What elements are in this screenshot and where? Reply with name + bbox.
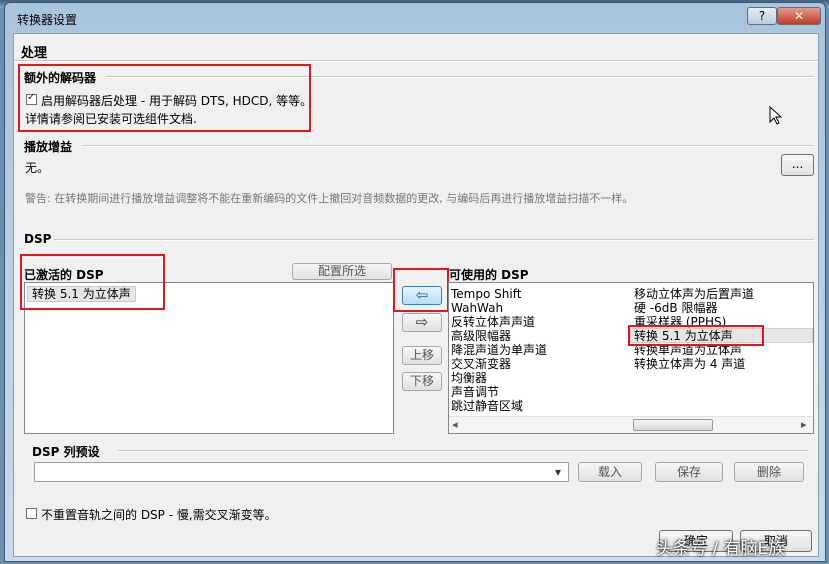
available-dsp-heading: 可使用的 DSP — [449, 268, 529, 282]
move-up-button[interactable]: 上移 — [402, 346, 442, 365]
watermark-text: 头条号 / 有脑E族 — [656, 539, 786, 559]
preset-load-button[interactable]: 载入 — [578, 462, 642, 482]
preset-save-button[interactable]: 保存 — [655, 462, 723, 482]
page-title: 处理 — [21, 46, 48, 61]
dsp-heading: DSP — [24, 232, 52, 246]
replaygain-warning: 警告: 在转换期间进行播放增益调整将不能在重新编码的文件上撤回对音频数据的更改,… — [25, 192, 634, 205]
highlight-selected-dsp-box — [628, 325, 764, 346]
replaygain-browse-button[interactable]: ... — [781, 154, 814, 176]
scroll-left-icon[interactable]: ◂ — [452, 418, 458, 431]
available-dsp-item[interactable]: 均衡器 — [451, 371, 487, 385]
title-bar: 转换器设置 ? ✕ — [5, 3, 825, 33]
highlight-active-dsp-box — [20, 254, 165, 310]
highlight-decoder-box — [18, 64, 311, 132]
converter-settings-window: 转换器设置 ? ✕ 处理 额外的解码器 启用解码器后处理 - 用于解码 DTS,… — [4, 2, 826, 562]
no-reset-dsp-label: 不重置音轨之间的 DSP - 慢,需交叉渐变等。 — [41, 508, 277, 522]
available-dsp-item[interactable]: 声音调节 — [451, 385, 499, 399]
remove-dsp-button[interactable]: ⇨ — [402, 313, 442, 332]
available-dsp-list[interactable]: Tempo Shift WahWah 反转立体声声道 高级限幅器 降混声道为单声… — [448, 282, 814, 434]
configure-selected-button[interactable]: 配置所选 — [292, 263, 392, 280]
preset-divider — [118, 450, 808, 452]
preset-combobox[interactable]: ▾ — [34, 462, 569, 482]
chevron-down-icon[interactable]: ▾ — [555, 465, 561, 479]
available-dsp-item[interactable]: 反转立体声声道 — [451, 315, 535, 329]
available-dsp-item[interactable]: 高级限幅器 — [451, 329, 511, 343]
available-dsp-item[interactable]: 跳过静音区域 — [451, 399, 523, 413]
replaygain-divider — [82, 145, 814, 147]
available-dsp-item[interactable]: 降混声道为单声道 — [451, 343, 547, 357]
no-reset-dsp-checkbox[interactable] — [26, 508, 37, 519]
available-dsp-item[interactable]: 转换立体声为 4 声道 — [634, 357, 745, 371]
help-button[interactable]: ? — [747, 7, 777, 25]
available-dsp-item[interactable]: 硬 -6dB 限幅器 — [634, 301, 717, 315]
available-dsp-item[interactable]: Tempo Shift — [451, 287, 521, 301]
highlight-arrow-box — [393, 268, 449, 312]
preset-delete-button[interactable]: 删除 — [734, 462, 804, 482]
title-divider — [14, 60, 818, 62]
preset-heading: DSP 列预设 — [32, 445, 100, 459]
available-dsp-item[interactable]: 交叉渐变器 — [451, 357, 511, 371]
move-down-button[interactable]: 下移 — [402, 372, 442, 391]
dsp-divider — [54, 239, 814, 241]
replaygain-heading: 播放增益 — [24, 140, 73, 154]
available-dsp-item[interactable]: WahWah — [451, 301, 503, 315]
scrollbar-thumb[interactable] — [633, 419, 713, 431]
dialog-client-area: 处理 额外的解码器 启用解码器后处理 - 用于解码 DTS, HDCD, 等等。… — [13, 33, 819, 557]
replaygain-value: 无。 — [25, 161, 50, 175]
close-button[interactable]: ✕ — [777, 7, 821, 25]
available-dsp-scrollbar[interactable]: ◂ ▸ — [449, 416, 813, 433]
mouse-cursor-icon — [769, 106, 783, 125]
scroll-right-icon[interactable]: ▸ — [801, 418, 807, 431]
available-dsp-item[interactable]: 移动立体声为后置声道 — [634, 287, 754, 301]
window-title: 转换器设置 — [17, 13, 78, 27]
